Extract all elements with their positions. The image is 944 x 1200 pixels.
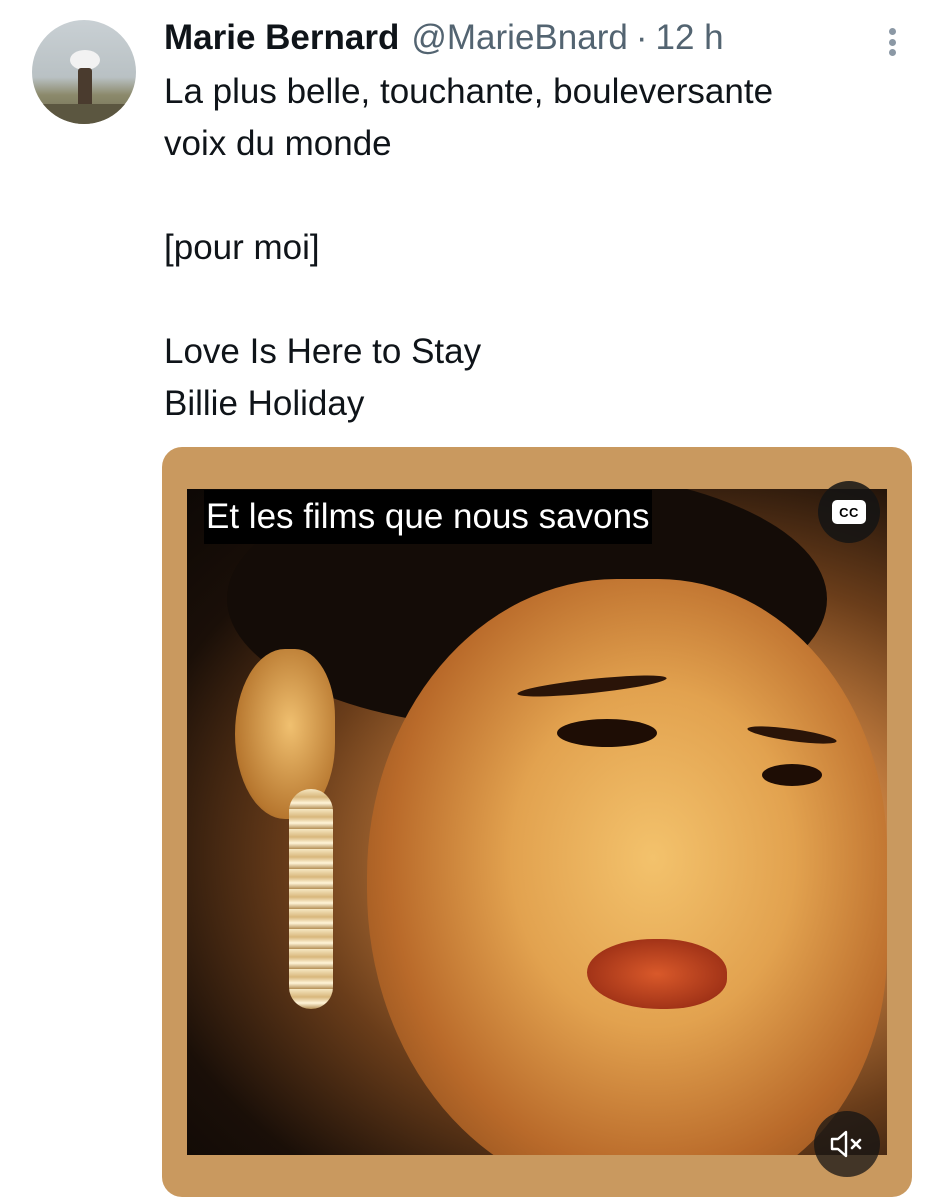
video-caption: Et les films que nous savons xyxy=(204,490,652,544)
author-name[interactable]: Marie Bernard xyxy=(164,18,399,58)
avatar-ground xyxy=(32,104,136,124)
header-separator: · xyxy=(635,18,648,57)
portrait-lips xyxy=(587,939,727,1009)
closed-captions-icon: CC xyxy=(832,500,866,524)
more-options-button[interactable] xyxy=(878,22,906,62)
more-vertical-icon xyxy=(888,28,896,35)
more-vertical-icon-dot xyxy=(888,38,896,46)
volume-muted-icon xyxy=(830,1130,862,1158)
avatar-figure xyxy=(78,68,92,108)
portrait-earring xyxy=(289,789,333,1009)
timestamp[interactable]: 12 h xyxy=(655,18,723,58)
portrait-face xyxy=(367,579,887,1155)
portrait-eye xyxy=(557,719,657,747)
portrait-eye xyxy=(762,764,822,786)
avatar[interactable] xyxy=(32,20,136,124)
tweet-text-line: La plus belle, touchante, bouleversante xyxy=(164,72,774,111)
closed-captions-button[interactable]: CC xyxy=(818,481,880,543)
author-handle[interactable]: @MarieBnard xyxy=(411,18,627,58)
tweet-text-blank-line xyxy=(164,170,904,222)
tweet-text-line: Love Is Here to Stay xyxy=(164,332,482,371)
tweet-text: La plus belle, touchante, bouleversante … xyxy=(164,66,904,430)
more-vertical-icon-dot xyxy=(888,49,896,56)
video-player[interactable] xyxy=(162,447,912,1197)
avatar-cloud xyxy=(70,50,100,70)
tweet-text-line: voix du monde xyxy=(164,124,392,163)
video-frame-portrait xyxy=(187,489,887,1155)
tweet-text-blank-line xyxy=(164,274,904,326)
tweet-text-line: Billie Holiday xyxy=(164,384,365,423)
mute-button[interactable] xyxy=(814,1111,880,1177)
tweet-header: Marie Bernard @MarieBnard · 12 h xyxy=(164,14,724,62)
tweet-text-line: [pour moi] xyxy=(164,228,320,267)
